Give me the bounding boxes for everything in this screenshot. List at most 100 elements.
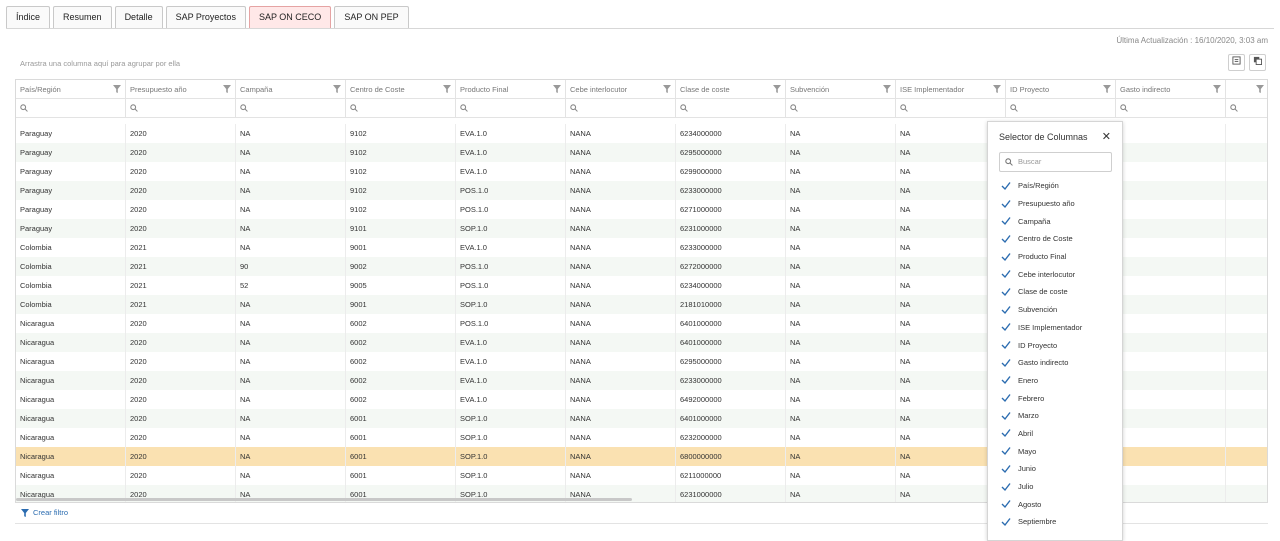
table-cell: Paraguay xyxy=(16,124,126,143)
column-header-5[interactable]: Cebe interlocutor xyxy=(566,80,676,99)
column-chooser-item[interactable]: Enero xyxy=(1001,372,1082,390)
create-filter-link[interactable]: Crear filtro xyxy=(21,508,68,517)
table-cell: 6401000000 xyxy=(676,333,786,352)
filter-cell-7[interactable] xyxy=(786,99,896,118)
column-chooser-item[interactable]: País/Región xyxy=(1001,177,1082,195)
tab-5[interactable]: SAP ON PEP xyxy=(334,6,409,28)
check-icon[interactable] xyxy=(1001,340,1011,350)
table-cell: NA xyxy=(786,466,896,485)
column-chooser-item[interactable]: Presupuesto año xyxy=(1001,195,1082,213)
copy-button[interactable] xyxy=(1249,54,1266,71)
filter-cell-6[interactable] xyxy=(676,99,786,118)
column-chooser-item[interactable]: Febrero xyxy=(1001,389,1082,407)
tab-4[interactable]: SAP ON CECO xyxy=(248,6,332,28)
export-button[interactable] xyxy=(1228,54,1245,71)
funnel-icon[interactable] xyxy=(1256,85,1264,93)
column-header-1[interactable]: Presupuesto año xyxy=(126,80,236,99)
filter-cell-2[interactable] xyxy=(236,99,346,118)
filter-cell-11[interactable] xyxy=(1226,99,1267,118)
check-icon[interactable] xyxy=(1001,358,1011,368)
table-cell: 2020 xyxy=(126,181,236,200)
table-cell xyxy=(1226,219,1267,238)
funnel-icon[interactable] xyxy=(1103,85,1111,93)
check-icon[interactable] xyxy=(1001,216,1011,226)
column-chooser-item[interactable]: Septiembre xyxy=(1001,513,1082,531)
group-panel-hint[interactable]: Arrastra una columna aquí para agrupar p… xyxy=(20,59,180,68)
check-icon[interactable] xyxy=(1001,411,1011,421)
check-icon[interactable] xyxy=(1001,375,1011,385)
column-header-9[interactable]: ID Proyecto xyxy=(1006,80,1116,99)
check-icon[interactable] xyxy=(1001,499,1011,509)
column-chooser-item[interactable]: Gasto indirecto xyxy=(1001,354,1082,372)
funnel-icon[interactable] xyxy=(663,85,671,93)
check-icon[interactable] xyxy=(1001,234,1011,244)
tab-1[interactable]: Resumen xyxy=(53,6,112,28)
table-cell: SOP.1.0 xyxy=(456,219,566,238)
filter-cell-5[interactable] xyxy=(566,99,676,118)
check-icon[interactable] xyxy=(1001,446,1011,456)
filter-cell-8[interactable] xyxy=(896,99,1006,118)
filter-cell-0[interactable] xyxy=(16,99,126,118)
funnel-icon[interactable] xyxy=(443,85,451,93)
funnel-icon[interactable] xyxy=(333,85,341,93)
table-cell: NANA xyxy=(566,143,676,162)
column-chooser-item[interactable]: ISE Implementador xyxy=(1001,319,1082,337)
column-header-10[interactable]: Gasto indirecto xyxy=(1116,80,1226,99)
funnel-icon[interactable] xyxy=(223,85,231,93)
column-chooser-item[interactable]: Subvención xyxy=(1001,301,1082,319)
check-icon[interactable] xyxy=(1001,181,1011,191)
check-icon[interactable] xyxy=(1001,428,1011,438)
check-icon[interactable] xyxy=(1001,252,1011,262)
tab-3[interactable]: SAP Proyectos xyxy=(165,6,246,28)
tab-2[interactable]: Detalle xyxy=(114,6,163,28)
column-chooser-item[interactable]: Julio xyxy=(1001,478,1082,496)
check-icon[interactable] xyxy=(1001,517,1011,527)
column-chooser-item[interactable]: Abril xyxy=(1001,425,1082,443)
table-cell: Paraguay xyxy=(16,200,126,219)
filter-cell-1[interactable] xyxy=(126,99,236,118)
column-header-label: Producto Final xyxy=(460,85,509,94)
check-icon[interactable] xyxy=(1001,199,1011,209)
check-icon[interactable] xyxy=(1001,482,1011,492)
column-chooser-item[interactable]: Clase de coste xyxy=(1001,283,1082,301)
funnel-icon[interactable] xyxy=(553,85,561,93)
column-header-0[interactable]: País/Región xyxy=(16,80,126,99)
check-icon[interactable] xyxy=(1001,287,1011,297)
column-header-6[interactable]: Clase de coste xyxy=(676,80,786,99)
column-header-4[interactable]: Producto Final xyxy=(456,80,566,99)
column-chooser-item[interactable]: Cebe interlocutor xyxy=(1001,265,1082,283)
filter-cell-3[interactable] xyxy=(346,99,456,118)
column-header-3[interactable]: Centro de Coste xyxy=(346,80,456,99)
column-search-input[interactable]: Buscar xyxy=(999,152,1112,172)
funnel-icon[interactable] xyxy=(773,85,781,93)
funnel-icon[interactable] xyxy=(113,85,121,93)
check-icon[interactable] xyxy=(1001,322,1011,332)
column-header-2[interactable]: Campaña xyxy=(236,80,346,99)
column-chooser-item[interactable]: Centro de Coste xyxy=(1001,230,1082,248)
table-cell: NANA xyxy=(566,181,676,200)
column-chooser-item[interactable]: Producto Final xyxy=(1001,248,1082,266)
table-cell: NA xyxy=(786,181,896,200)
check-icon[interactable] xyxy=(1001,464,1011,474)
column-chooser-item[interactable]: Campaña xyxy=(1001,212,1082,230)
column-chooser-item[interactable]: Mayo xyxy=(1001,442,1082,460)
column-chooser-item[interactable]: ID Proyecto xyxy=(1001,336,1082,354)
funnel-icon[interactable] xyxy=(883,85,891,93)
funnel-icon[interactable] xyxy=(993,85,1001,93)
check-icon[interactable] xyxy=(1001,269,1011,279)
column-chooser-item[interactable]: Junio xyxy=(1001,460,1082,478)
column-header-8[interactable]: ISE Implementador xyxy=(896,80,1006,99)
column-header-7[interactable]: Subvención xyxy=(786,80,896,99)
filter-cell-9[interactable] xyxy=(1006,99,1116,118)
close-icon[interactable]: ✕ xyxy=(1102,130,1111,143)
filter-cell-10[interactable] xyxy=(1116,99,1226,118)
column-header-11[interactable] xyxy=(1226,80,1267,99)
check-icon[interactable] xyxy=(1001,305,1011,315)
check-icon[interactable] xyxy=(1001,393,1011,403)
tab-0[interactable]: Índice xyxy=(6,6,51,28)
column-chooser-item[interactable]: Agosto xyxy=(1001,495,1082,513)
column-chooser-item[interactable]: Marzo xyxy=(1001,407,1082,425)
funnel-icon[interactable] xyxy=(1213,85,1221,93)
filter-cell-4[interactable] xyxy=(456,99,566,118)
horizontal-scrollbar[interactable] xyxy=(16,498,632,501)
